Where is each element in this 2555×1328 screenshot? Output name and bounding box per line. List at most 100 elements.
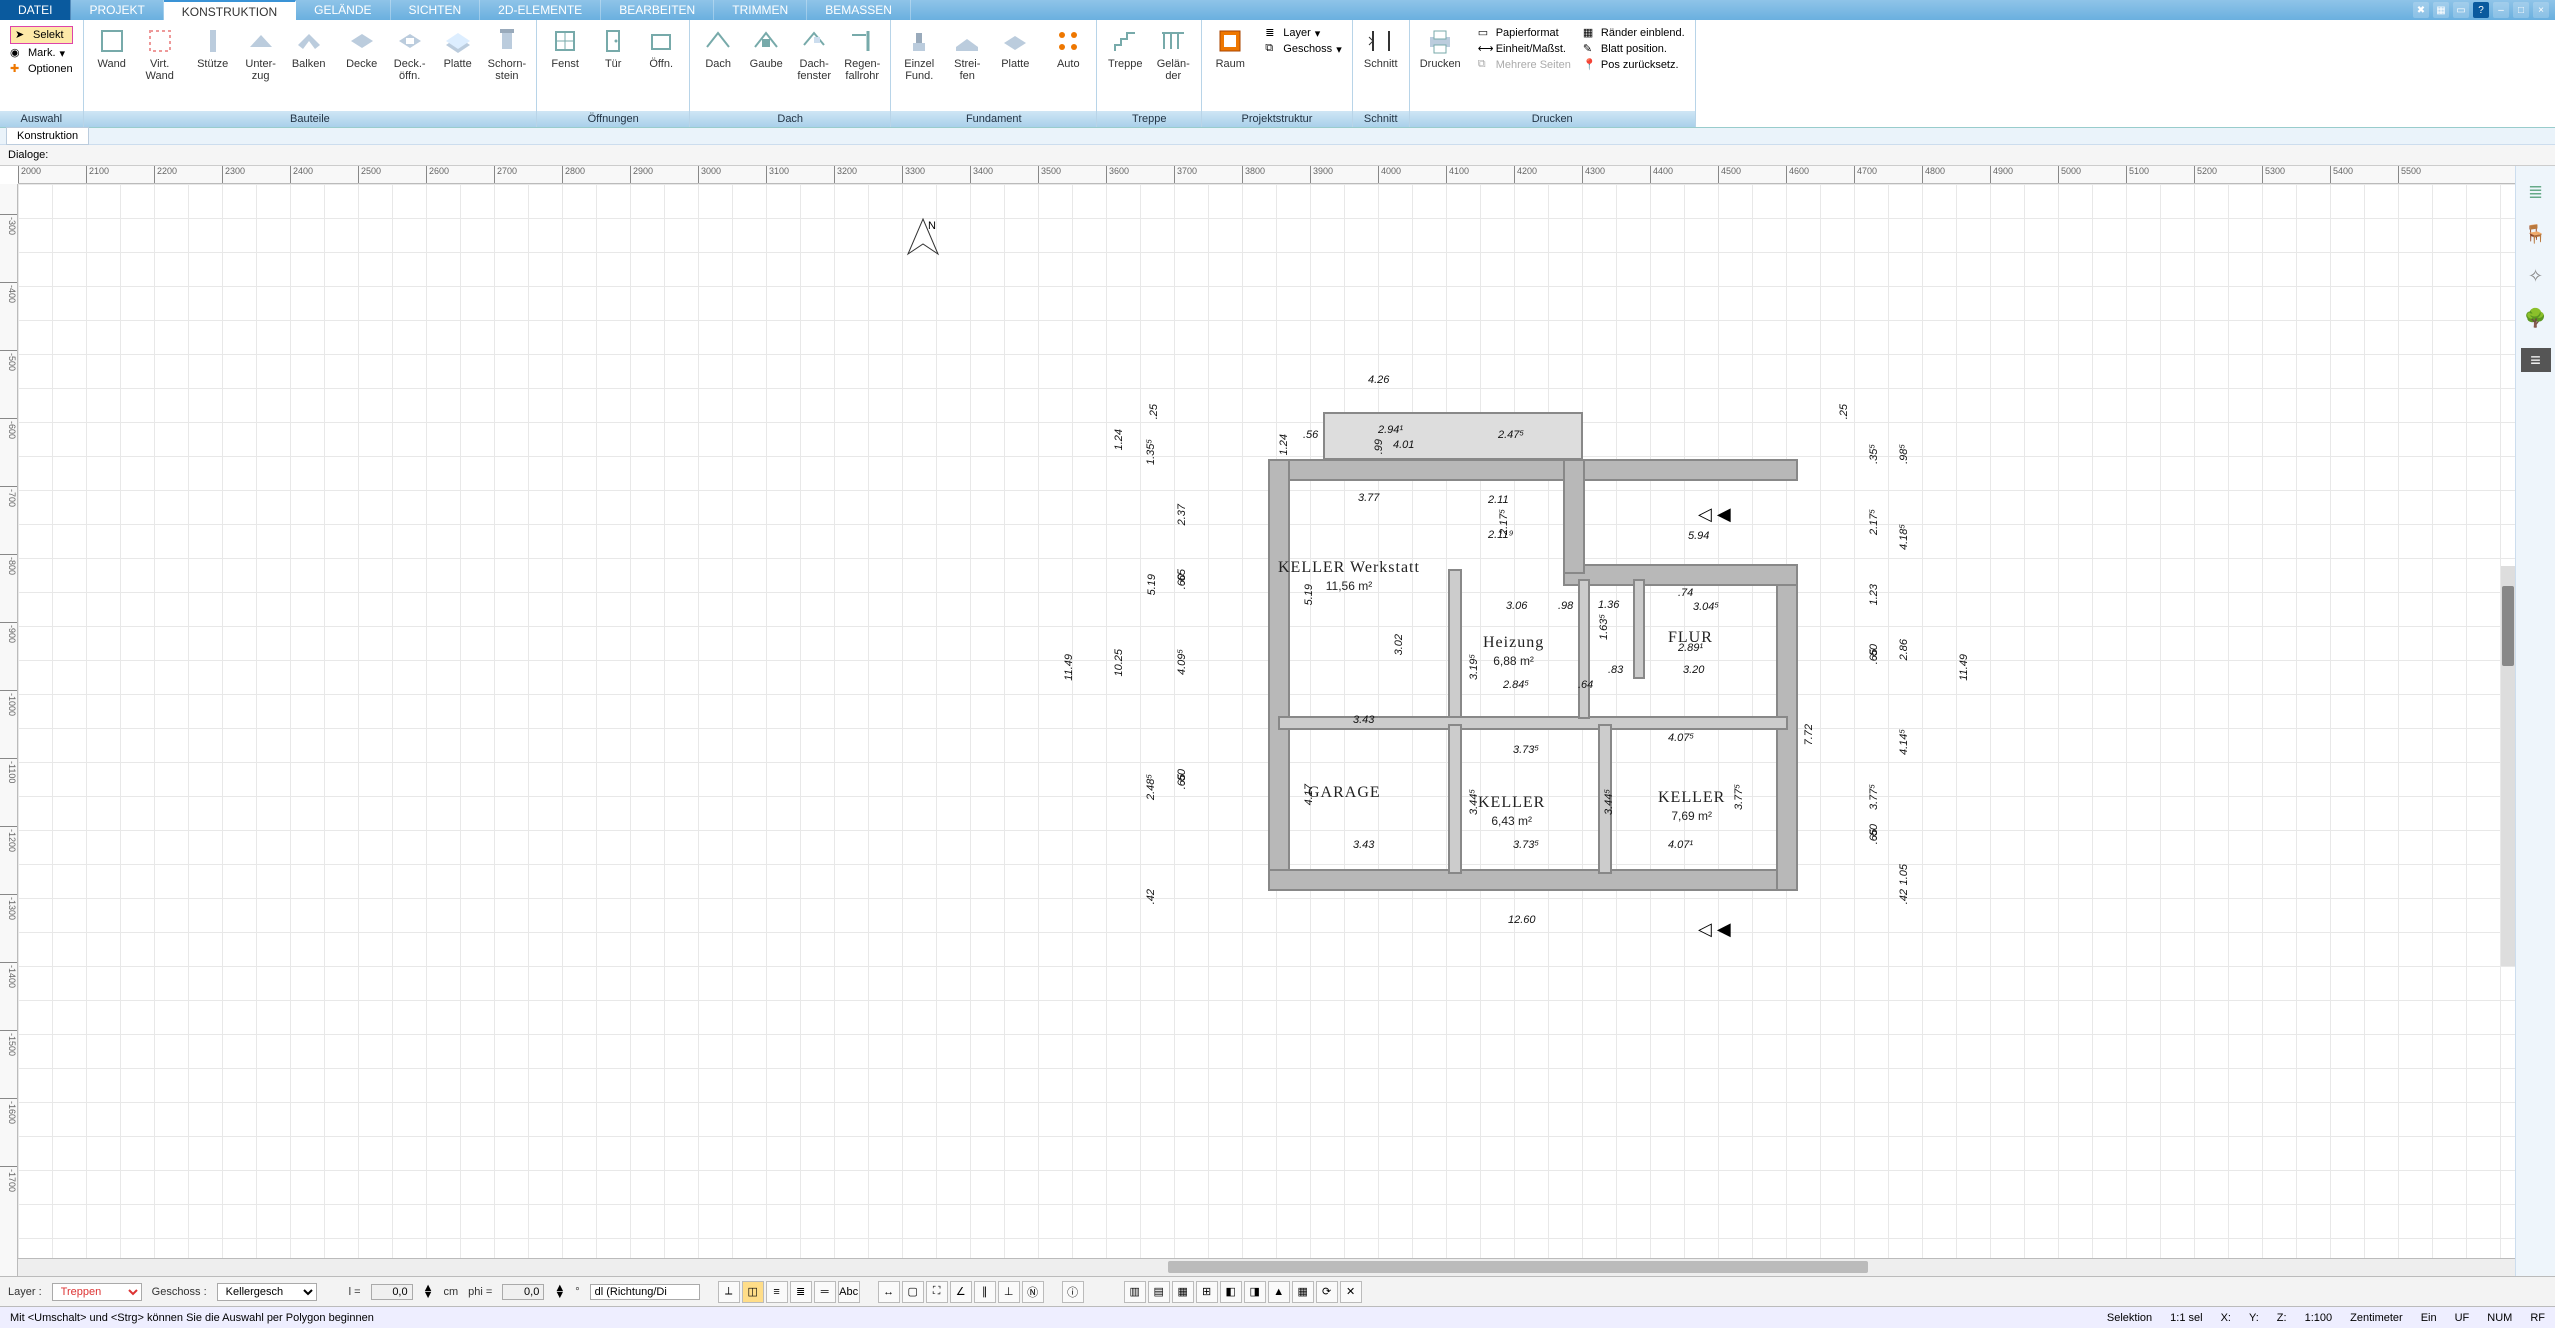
gaube-button[interactable]: Gaube	[742, 22, 790, 74]
angle-icon[interactable]: ∠	[950, 1281, 972, 1303]
l-spinner-down[interactable]: ▼	[423, 1292, 434, 1299]
dimension-label: 4.01	[1393, 439, 1414, 451]
dimension-label: 2.86	[1898, 639, 1910, 660]
menu-tab-sichten[interactable]: SICHTEN	[391, 0, 481, 20]
einheit-button[interactable]: ⟷Einheit/Maßst.	[1478, 42, 1571, 56]
menu-tab-trimmen[interactable]: TRIMMEN	[714, 0, 807, 20]
footing-icon	[904, 26, 934, 56]
l-input[interactable]	[371, 1284, 413, 1300]
snap-endpoint-icon[interactable]: ⟂	[718, 1281, 740, 1303]
stuetze-button[interactable]: Stütze	[189, 22, 237, 74]
fundplatte-button[interactable]: Platte	[991, 22, 1039, 74]
view-1-icon[interactable]: ▥	[1124, 1281, 1146, 1303]
rect-icon[interactable]: ▢	[902, 1281, 924, 1303]
gelaender-button[interactable]: Gelän- der	[1149, 22, 1197, 86]
ribbon-group-auswahl: ➤Selekt ◉Mark. ▾ ✚Optionen Auswahl	[0, 20, 84, 127]
papierformat-button[interactable]: ▭Papierformat	[1478, 26, 1571, 40]
phi-input[interactable]	[502, 1284, 544, 1300]
perp-icon[interactable]: ⊥	[998, 1281, 1020, 1303]
text-icon[interactable]: Abc	[838, 1281, 860, 1303]
menu-tab-projekt[interactable]: PROJEKT	[71, 0, 163, 20]
view-7-icon[interactable]: ▲	[1268, 1281, 1290, 1303]
window-icon[interactable]: ▭	[2453, 2, 2469, 18]
bottom-icon-group-4: ▥ ▤ ▦ ⊞ ◧ ◨ ▲ ▦ ⟳ ✕	[1124, 1281, 1362, 1303]
virtwand-button[interactable]: Virt. Wand	[136, 22, 184, 86]
close-icon[interactable]: ×	[2533, 2, 2549, 18]
phi-spinner-down[interactable]: ▼	[554, 1292, 565, 1299]
view-3-icon[interactable]: ▦	[1172, 1281, 1194, 1303]
treppe-button[interactable]: Treppe	[1101, 22, 1149, 74]
parallel-icon[interactable]: ∥	[974, 1281, 996, 1303]
group-label-schnitt: Schnitt	[1353, 111, 1409, 127]
view-5-icon[interactable]: ◧	[1220, 1281, 1242, 1303]
layers-panel-icon[interactable]: ≣	[2524, 180, 2548, 204]
info-toggle-icon[interactable]: ⓘ	[1062, 1281, 1084, 1303]
platte-button[interactable]: Platte	[434, 22, 482, 74]
wand-button[interactable]: Wand	[88, 22, 136, 74]
layer-select[interactable]: Treppen	[52, 1283, 142, 1301]
menu-tab-gelaende[interactable]: GELÄNDE	[296, 0, 390, 20]
menu-tab-konstruktion[interactable]: KONSTRUKTION	[164, 0, 296, 20]
oeffn-button[interactable]: Öffn.	[637, 22, 685, 74]
optionen-button[interactable]: ✚Optionen	[10, 62, 73, 76]
dachfenster-button[interactable]: Dach- fenster	[790, 22, 838, 86]
schnitt-button[interactable]: Schnitt	[1357, 22, 1405, 74]
horizontal-scrollbar[interactable]	[18, 1258, 2515, 1276]
minimize-icon[interactable]: –	[2493, 2, 2509, 18]
menu-tab-datei[interactable]: DATEI	[0, 0, 71, 20]
menu-tab-bemassen[interactable]: BEMASSEN	[807, 0, 911, 20]
align-right-icon[interactable]: ═	[814, 1281, 836, 1303]
einzelfund-button[interactable]: Einzel Fund.	[895, 22, 943, 86]
balken-button[interactable]: Balken	[285, 22, 333, 74]
view-8-icon[interactable]: ▦	[1292, 1281, 1314, 1303]
help-icon[interactable]: ?	[2473, 2, 2489, 18]
layer-dropdown[interactable]: ≣Layer ▾	[1265, 26, 1341, 40]
view-10-icon[interactable]: ✕	[1340, 1281, 1362, 1303]
unterzug-button[interactable]: Unter- zug	[237, 22, 285, 86]
tuer-button[interactable]: Tür	[589, 22, 637, 74]
circle-n-icon[interactable]: Ⓝ	[1022, 1281, 1044, 1303]
drucken-button[interactable]: Drucken	[1414, 22, 1467, 74]
streifenfund-button[interactable]: Strei- fen	[943, 22, 991, 86]
layers-icon[interactable]: ▦	[2433, 2, 2449, 18]
align-left-icon[interactable]: ≡	[766, 1281, 788, 1303]
tools-icon[interactable]: ✖	[2413, 2, 2429, 18]
vertical-scrollbar[interactable]	[2501, 566, 2515, 966]
balken-icon	[294, 26, 324, 56]
document-tab-konstruktion[interactable]: Konstruktion	[6, 127, 89, 145]
fit-icon[interactable]: ⛶	[926, 1281, 948, 1303]
floor-plan[interactable]: ◁ ◀ ◁ ◀ KELLER Werkstatt11,56 m²Heizung6…	[1178, 344, 2033, 1144]
expand-icon[interactable]: ≡	[2521, 348, 2551, 372]
tree-icon[interactable]: 🌳	[2524, 306, 2548, 330]
view-2-icon[interactable]: ▤	[1148, 1281, 1170, 1303]
mehrere-button[interactable]: ⧉Mehrere Seiten	[1478, 58, 1571, 72]
schornstein-button[interactable]: Schorn- stein	[482, 22, 533, 86]
drawing-canvas[interactable]: N ◁ ◀ ◁	[18, 184, 2515, 1258]
geschoss-select[interactable]: Kellergesch	[217, 1283, 317, 1301]
selekt-button[interactable]: ➤Selekt	[10, 26, 73, 44]
pos-button[interactable]: 📍Pos zurücksetz.	[1583, 58, 1685, 72]
view-4-icon[interactable]: ⊞	[1196, 1281, 1218, 1303]
view-6-icon[interactable]: ◨	[1244, 1281, 1266, 1303]
raender-button[interactable]: ▦Ränder einblend.	[1583, 26, 1685, 40]
geschoss-dropdown[interactable]: ⧉Geschoss ▾	[1265, 42, 1341, 56]
autofund-button[interactable]: Auto	[1044, 22, 1092, 74]
deckoeffn-button[interactable]: Deck.- öffn.	[386, 22, 434, 86]
snap-mid-icon[interactable]: ◫	[742, 1281, 764, 1303]
dach-button[interactable]: Dach	[694, 22, 742, 74]
furniture-icon[interactable]: 🪑	[2524, 222, 2548, 246]
dl-input[interactable]	[590, 1284, 700, 1300]
menu-tab-2delemente[interactable]: 2D-ELEMENTE	[480, 0, 601, 20]
decke-button[interactable]: Decke	[338, 22, 386, 74]
menu-tab-bearbeiten[interactable]: BEARBEITEN	[601, 0, 714, 20]
view-9-icon[interactable]: ⟳	[1316, 1281, 1338, 1303]
mark-dropdown[interactable]: ◉Mark. ▾	[10, 46, 73, 60]
fenst-button[interactable]: Fenst	[541, 22, 589, 74]
align-center-icon[interactable]: ≣	[790, 1281, 812, 1303]
blatt-button[interactable]: ✎Blatt position.	[1583, 42, 1685, 56]
maximize-icon[interactable]: □	[2513, 2, 2529, 18]
regenfallrohr-button[interactable]: Regen- fallrohr	[838, 22, 886, 86]
raum-button[interactable]: Raum	[1206, 22, 1254, 74]
dim-icon[interactable]: ↔	[878, 1281, 900, 1303]
navigate-icon[interactable]: ✧	[2524, 264, 2548, 288]
